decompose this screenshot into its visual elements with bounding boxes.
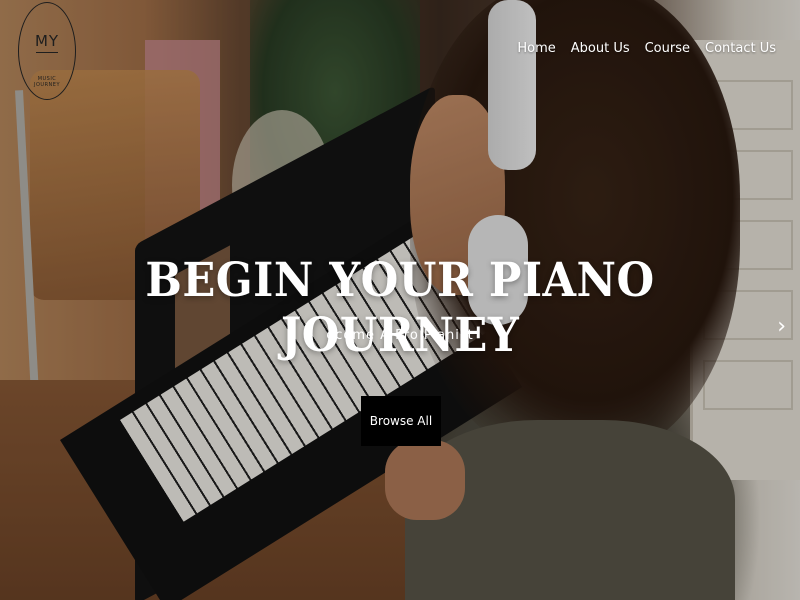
browse-all-button[interactable]: Browse All <box>361 396 441 446</box>
logo-text: MY <box>34 32 60 50</box>
nav-about-us[interactable]: About Us <box>571 41 630 56</box>
main-nav: Home About Us Course Contact Us <box>517 41 776 56</box>
hero-title: BEGIN YOUR PIANO JOURNEY <box>145 253 655 363</box>
hero-banner: MY MUSIC JOURNEY Home About Us Course Co… <box>0 0 800 600</box>
logo-divider <box>36 52 58 53</box>
nav-contact-us[interactable]: Contact Us <box>705 41 776 56</box>
nav-course[interactable]: Course <box>645 41 690 56</box>
logo-subtext: MUSIC JOURNEY <box>34 76 60 88</box>
hero-subtitle: ecome A Pro Pianist <box>326 328 474 343</box>
nav-home[interactable]: Home <box>517 41 555 56</box>
chevron-right-icon[interactable]: › <box>777 314 786 339</box>
site-logo[interactable]: MY MUSIC JOURNEY <box>18 2 76 100</box>
